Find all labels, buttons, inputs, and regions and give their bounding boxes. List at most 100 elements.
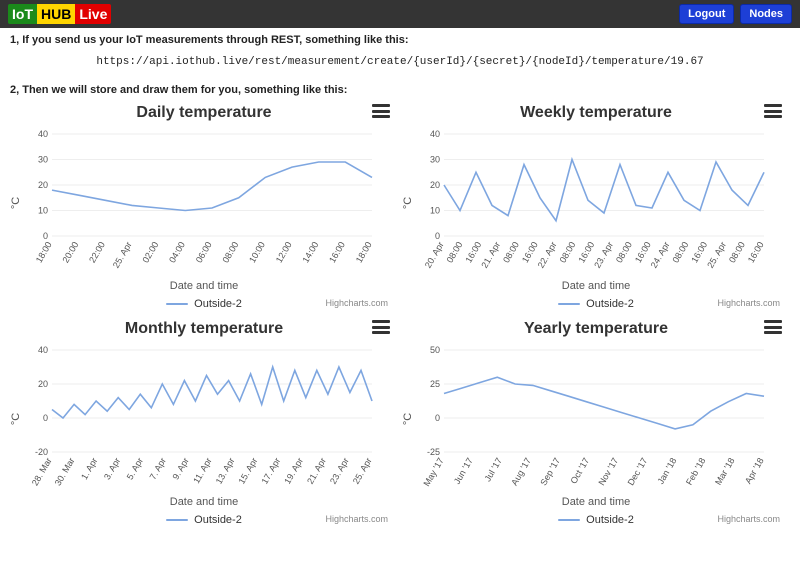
chart-title: Weekly temperature [520,104,672,121]
chart-menu-icon[interactable] [372,320,390,334]
svg-text:0: 0 [435,231,440,241]
svg-text:0: 0 [43,231,48,241]
intro-line-2: 2, Then we will store and draw them for … [0,78,800,102]
svg-text:-25: -25 [427,447,440,457]
svg-text:40: 40 [38,129,48,139]
chart-credit: Highcharts.com [717,298,780,308]
svg-text:22:00: 22:00 [87,240,107,265]
nodes-button[interactable]: Nodes [740,4,792,24]
svg-text:40: 40 [430,129,440,139]
legend-swatch [166,519,188,521]
y-axis-label: °C [10,197,22,209]
x-axis-label: Date and time [12,280,396,292]
svg-text:50: 50 [430,345,440,355]
legend-swatch [558,519,580,521]
svg-text:08:00: 08:00 [501,240,521,265]
svg-text:Nov '17: Nov '17 [596,456,620,487]
svg-text:18:00: 18:00 [34,240,54,265]
chart-menu-icon[interactable] [764,320,782,334]
svg-text:10: 10 [430,206,440,216]
svg-text:24. Apr: 24. Apr [649,240,672,270]
svg-text:25: 25 [430,379,440,389]
svg-text:20: 20 [38,379,48,389]
topbar: IoT HUB Live Logout Nodes [0,0,800,28]
chart-plot: °C -20 0 20 40 28. Mar30. Mar1. Apr3. Apr5. … [12,344,396,494]
chart-title: Daily temperature [136,104,271,121]
svg-text:25. Apr: 25. Apr [111,240,134,270]
chart-monthly: Monthly temperature °C -20 0 20 40 28. Mar30… [12,318,396,526]
svg-text:May '17: May '17 [421,456,445,488]
svg-text:0: 0 [435,413,440,423]
svg-text:13. Apr: 13. Apr [214,456,237,486]
svg-text:20: 20 [38,180,48,190]
charts-grid: Daily temperature °C 0 10 20 30 40 18:00 20:00… [0,102,800,536]
legend-swatch [558,303,580,305]
svg-text:0: 0 [43,413,48,423]
svg-text:Jan '18: Jan '18 [655,456,678,486]
svg-text:22. Apr: 22. Apr [536,240,559,270]
svg-text:08:00: 08:00 [558,240,578,265]
svg-text:Oct '17: Oct '17 [568,456,591,485]
chart-title: Monthly temperature [125,320,283,337]
svg-text:23. Apr: 23. Apr [592,240,615,270]
x-axis-label: Date and time [404,496,788,508]
svg-text:02:00: 02:00 [141,240,161,265]
legend-swatch [166,303,188,305]
svg-text:Dec '17: Dec '17 [626,456,650,487]
svg-text:Aug '17: Aug '17 [509,456,533,487]
svg-text:11. Apr: 11. Apr [191,456,214,485]
svg-text:04:00: 04:00 [167,240,187,265]
svg-text:25. Apr: 25. Apr [705,240,728,270]
svg-text:28. Mar: 28. Mar [30,456,54,487]
svg-text:-20: -20 [35,447,48,457]
svg-text:21. Apr: 21. Apr [479,240,502,270]
svg-text:17. Apr: 17. Apr [259,456,282,486]
chart-credit: Highcharts.com [325,298,388,308]
api-url: https://api.iothub.live/rest/measurement… [0,52,800,78]
svg-text:10:00: 10:00 [247,240,267,265]
svg-text:9. Apr: 9. Apr [170,456,190,481]
svg-text:Jun '17: Jun '17 [452,456,475,486]
chart-yearly: Yearly temperature °C -25 0 25 50 May '17 Jun… [404,318,788,526]
svg-text:Jul '17: Jul '17 [482,456,504,483]
svg-text:20. Apr: 20. Apr [423,240,446,270]
svg-text:15. Apr: 15. Apr [237,456,260,486]
svg-text:5. Apr: 5. Apr [125,456,145,481]
intro-line-1: 1, If you send us your IoT measurements … [0,28,800,52]
legend-label: Outside-2 [194,298,242,310]
svg-text:16:00: 16:00 [746,240,766,265]
svg-text:20:00: 20:00 [61,240,81,265]
logo-live: Live [75,4,111,24]
svg-text:30. Mar: 30. Mar [53,456,77,487]
svg-text:25. Apr: 25. Apr [351,456,374,486]
svg-text:40: 40 [38,345,48,355]
svg-text:14:00: 14:00 [301,240,321,265]
chart-daily: Daily temperature °C 01020304018:0020:00… [12,102,396,310]
chart-plot: °C 01020304018:0020:0022:0025. Apr02:000… [12,128,396,278]
svg-text:30: 30 [430,155,440,165]
chart-credit: Highcharts.com [325,514,388,524]
y-axis-label: °C [402,413,414,425]
svg-text:23. Apr: 23. Apr [328,456,351,486]
chart-menu-icon[interactable] [372,104,390,118]
legend-label: Outside-2 [586,514,634,526]
logout-button[interactable]: Logout [679,4,734,24]
chart-title: Yearly temperature [524,320,668,337]
chart-plot: °C 01020304020. Apr08:0016:0021. Apr08:0… [404,128,788,278]
svg-text:08:00: 08:00 [671,240,691,265]
chart-menu-icon[interactable] [764,104,782,118]
x-axis-label: Date and time [12,496,396,508]
x-axis-label: Date and time [404,280,788,292]
svg-text:Apr '18: Apr '18 [743,456,766,485]
svg-text:3. Apr: 3. Apr [102,456,122,481]
svg-text:1. Apr: 1. Apr [79,456,99,481]
svg-text:10: 10 [38,206,48,216]
svg-text:Feb '18: Feb '18 [684,456,708,487]
y-axis-label: °C [10,413,22,425]
svg-text:21. Apr: 21. Apr [305,456,328,486]
legend-label: Outside-2 [586,298,634,310]
svg-text:08:00: 08:00 [221,240,241,265]
svg-text:18:00: 18:00 [354,240,374,265]
svg-text:7. Apr: 7. Apr [148,456,168,481]
svg-text:Mar '18: Mar '18 [713,456,737,487]
